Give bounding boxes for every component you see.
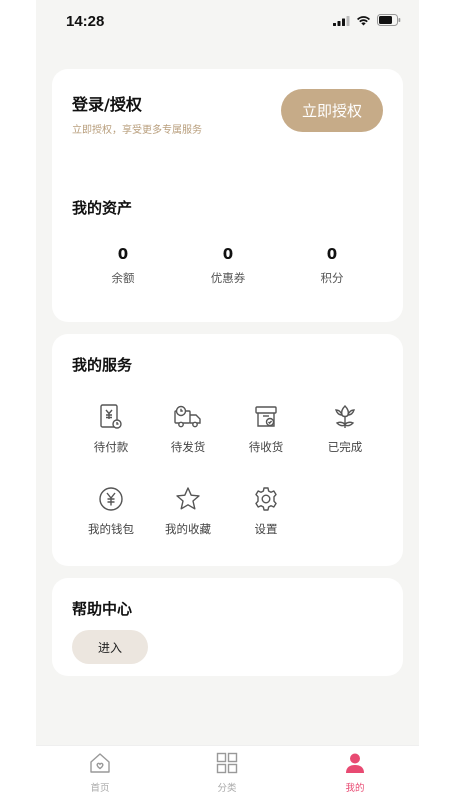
yen-coin-icon bbox=[99, 487, 123, 511]
asset-label: 优惠券 bbox=[210, 271, 246, 285]
status-time: 14:28 bbox=[66, 13, 105, 30]
services-title: 我的服务 bbox=[72, 356, 133, 374]
asset-label: 余额 bbox=[111, 271, 135, 285]
asset-value: 0 bbox=[326, 245, 338, 263]
service-label: 待收货 bbox=[248, 440, 284, 454]
service-settings[interactable]: 设置 bbox=[231, 485, 301, 537]
flower-icon bbox=[335, 405, 355, 428]
login-title[interactable]: 登录/授权 bbox=[72, 91, 142, 115]
phone-screen: 14:28 登录/授权 立即授权，享受更多专属服务 立即授权 我的资产 0 余额… bbox=[36, 0, 419, 802]
service-label: 已完成 bbox=[327, 440, 363, 454]
help-card: 帮助中心 进入 bbox=[52, 578, 403, 676]
service-favorites[interactable]: 我的收藏 bbox=[153, 485, 223, 537]
tab-category[interactable]: 分类 bbox=[182, 752, 272, 794]
asset-value: 0 bbox=[117, 245, 129, 263]
help-title: 帮助中心 bbox=[72, 600, 133, 618]
service-completed[interactable]: 已完成 bbox=[310, 403, 380, 455]
services-card: 我的服务 待付款 待发货 待收货 已完成 我的钱包 我的收藏 设置 bbox=[52, 334, 403, 566]
service-pending-shipment[interactable]: 待发货 bbox=[153, 403, 223, 455]
invoice-icon bbox=[100, 404, 122, 429]
tab-home[interactable]: 首页 bbox=[55, 752, 145, 794]
truck-icon bbox=[174, 405, 201, 428]
tab-label: 我的 bbox=[345, 783, 365, 794]
tab-label: 首页 bbox=[90, 783, 110, 794]
tab-label: 分类 bbox=[217, 783, 237, 794]
status-bar: 14:28 bbox=[36, 0, 419, 46]
tab-mine[interactable]: 我的 bbox=[310, 752, 400, 794]
asset-points[interactable]: 0 积分 bbox=[282, 245, 382, 286]
user-icon bbox=[346, 753, 364, 773]
grid-icon bbox=[216, 752, 238, 774]
status-icons bbox=[333, 14, 401, 26]
asset-coupons[interactable]: 0 优惠券 bbox=[178, 245, 278, 286]
asset-balance[interactable]: 0 余额 bbox=[73, 245, 173, 286]
help-enter-button[interactable]: 进入 bbox=[72, 630, 148, 664]
home-icon bbox=[90, 753, 110, 773]
signal-icon bbox=[333, 15, 350, 26]
login-subtitle: 立即授权，享受更多专属服务 bbox=[72, 125, 202, 136]
authorize-button[interactable]: 立即授权 bbox=[281, 89, 383, 132]
tab-bar: 首页 分类 我的 bbox=[36, 745, 419, 802]
service-label: 待发货 bbox=[170, 440, 206, 454]
package-icon bbox=[255, 406, 277, 427]
star-icon bbox=[176, 487, 200, 510]
service-label: 我的钱包 bbox=[88, 522, 134, 536]
wifi-icon bbox=[357, 15, 370, 25]
service-pending-receipt[interactable]: 待收货 bbox=[231, 403, 301, 455]
service-pending-payment[interactable]: 待付款 bbox=[76, 403, 146, 455]
service-label: 设置 bbox=[254, 522, 278, 536]
asset-label: 积分 bbox=[320, 271, 344, 285]
profile-card: 登录/授权 立即授权，享受更多专属服务 立即授权 我的资产 0 余额 0 优惠券… bbox=[52, 69, 403, 322]
service-label: 我的收藏 bbox=[165, 522, 211, 536]
gear-icon bbox=[255, 487, 277, 511]
service-wallet[interactable]: 我的钱包 bbox=[76, 485, 146, 537]
asset-value: 0 bbox=[222, 245, 234, 263]
assets-title: 我的资产 bbox=[72, 199, 133, 217]
battery-icon bbox=[377, 14, 401, 26]
service-label: 待付款 bbox=[93, 440, 129, 454]
